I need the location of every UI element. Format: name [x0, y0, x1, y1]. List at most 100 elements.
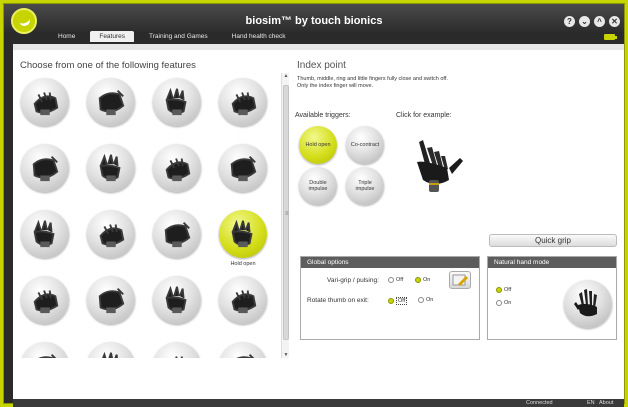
rotate-thumb-label: Rotate thumb on exit:	[307, 297, 369, 304]
app-window: biosim™ by touch bionics ? ⌄ ^ ✕ Home Fe…	[3, 3, 625, 407]
feature-button[interactable]	[153, 144, 201, 192]
hand-open-icon	[165, 158, 191, 182]
vari-grip-off-radio[interactable]: Off	[388, 277, 403, 283]
title-bar: biosim™ by touch bionics ? ⌄ ^ ✕	[4, 4, 624, 34]
feature-button[interactable]	[21, 276, 69, 324]
trigger-hold-open-button[interactable]: Hold open	[299, 126, 337, 164]
natural-hand-off-radio[interactable]: Off	[496, 287, 511, 293]
natural-hand-mode-heading: Natural hand mode	[488, 257, 616, 268]
feature-button[interactable]	[21, 342, 69, 358]
tab-training-and-games[interactable]: Training and Games	[140, 31, 217, 42]
feature-button[interactable]	[153, 78, 201, 126]
feature-button[interactable]	[219, 210, 267, 258]
hand-open-icon	[231, 92, 257, 116]
radio-label: Off	[396, 297, 408, 305]
hand-partial-icon	[236, 353, 255, 358]
hand-grip-icon	[32, 155, 59, 182]
trigger-co-contract-button[interactable]: Co-contract	[346, 126, 384, 164]
rotate-thumb-on-radio[interactable]: On	[418, 297, 433, 303]
radio-dot	[388, 277, 394, 283]
feature-button[interactable]	[21, 210, 69, 258]
radio-label: On	[504, 300, 512, 306]
feature-title: Index point	[297, 60, 346, 71]
hand-mouse-icon	[231, 290, 257, 314]
tab-home[interactable]: Home	[49, 31, 84, 42]
open-hand-icon	[574, 289, 597, 317]
hand-point-icon	[99, 224, 125, 248]
feature-button[interactable]	[219, 342, 267, 358]
available-triggers-label: Available triggers:	[295, 112, 351, 119]
rotate-thumb-off-radio[interactable]: Off	[388, 297, 408, 305]
grip-icon: ≡	[285, 211, 289, 217]
feature-button[interactable]	[21, 144, 69, 192]
scroll-thumb[interactable]: ≡	[283, 85, 289, 340]
feature-description: Thumb, middle, ring and little fingers f…	[297, 76, 497, 90]
radio-label: Off	[504, 287, 512, 293]
hand-fist-icon	[33, 92, 59, 116]
hand-grip-icon	[165, 87, 187, 116]
help-button[interactable]: ?	[564, 16, 575, 27]
feature-button[interactable]	[219, 276, 267, 324]
window-controls: ? ⌄ ^ ✕	[564, 16, 620, 27]
scroll-down-arrow-icon[interactable]: ▼	[282, 352, 290, 358]
features-heading: Choose from one of the following feature…	[20, 60, 196, 71]
pencil-icon	[452, 274, 468, 286]
status-bar: Connected EN About	[13, 399, 624, 407]
edit-vari-grip-button[interactable]	[449, 271, 471, 289]
description-line: Only the index finger will move.	[297, 83, 374, 89]
trigger-triple-impulse-button[interactable]: Triple impulse	[346, 167, 384, 205]
feature-caption: Hold open	[230, 261, 256, 267]
feature-grid: Hold open	[19, 75, 279, 358]
vari-grip-on-radio[interactable]: On	[415, 277, 430, 283]
feature-button[interactable]	[21, 78, 69, 126]
hand-partial-icon	[102, 351, 118, 358]
hand-open-icon	[165, 285, 187, 314]
natural-hand-mode-panel: Natural hand mode Off On	[487, 256, 617, 340]
feature-scrollbar[interactable]: ▲ ≡ ▼	[281, 73, 289, 358]
feature-button[interactable]	[87, 276, 135, 324]
close-button[interactable]: ✕	[609, 16, 620, 27]
natural-hand-button[interactable]	[564, 280, 612, 328]
feature-button[interactable]	[219, 144, 267, 192]
hand-rock-icon	[33, 290, 59, 314]
hand-point-icon	[230, 155, 257, 182]
trigger-label: Hold open	[305, 142, 331, 148]
description-line: Thumb, middle, ring and little fingers f…	[297, 76, 448, 82]
hand-partial-icon	[171, 356, 183, 358]
example-hand-animation[interactable]	[405, 134, 465, 201]
trigger-double-impulse-button[interactable]: Double impulse	[299, 167, 337, 205]
hand-fist-icon	[99, 153, 121, 182]
radio-label: On	[426, 297, 434, 303]
minimize-button[interactable]: ⌄	[579, 16, 590, 27]
feature-button[interactable]	[87, 144, 135, 192]
radio-dot	[418, 297, 424, 303]
about-link[interactable]: About	[599, 400, 613, 406]
quick-grip-button[interactable]: Quick grip	[489, 234, 617, 247]
battery-icon	[604, 34, 617, 40]
feature-button[interactable]	[153, 276, 201, 324]
feature-button[interactable]	[153, 210, 201, 258]
radio-dot	[415, 277, 421, 283]
feature-button[interactable]	[87, 342, 135, 358]
hand-partial-icon	[38, 353, 57, 358]
natural-hand-on-radio[interactable]: On	[496, 300, 511, 306]
feature-button[interactable]	[153, 342, 201, 358]
hand-pinch-icon	[98, 287, 125, 314]
hand-point-icon	[164, 221, 191, 248]
feature-button[interactable]	[219, 78, 267, 126]
radio-dot	[496, 300, 502, 306]
radio-dot	[496, 287, 502, 293]
scroll-up-arrow-icon[interactable]: ▲	[282, 73, 290, 79]
maximize-button[interactable]: ^	[594, 16, 605, 27]
feature-button[interactable]	[87, 210, 135, 258]
app-title: biosim™ by touch bionics	[245, 15, 383, 27]
feature-button[interactable]	[87, 78, 135, 126]
tab-features[interactable]: Features	[90, 31, 134, 42]
language-selector[interactable]: EN	[587, 400, 595, 406]
trigger-label: Triple impulse	[355, 180, 375, 192]
click-example-label: Click for example:	[396, 112, 452, 119]
hand-fist-icon	[98, 89, 125, 116]
trigger-label: Double impulse	[308, 180, 328, 192]
tab-hand-health-check[interactable]: Hand health check	[223, 31, 295, 42]
hand-point-icon	[33, 219, 55, 248]
